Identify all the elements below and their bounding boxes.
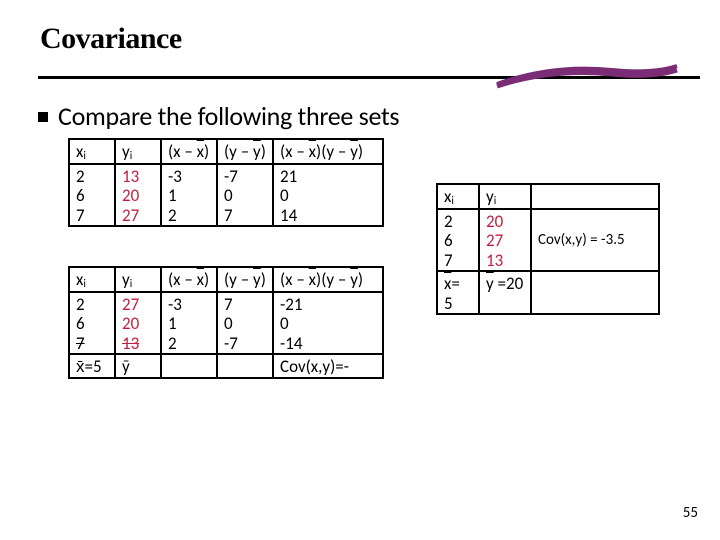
t2-data: -21 0 -14: [273, 292, 383, 355]
header-xi: xi: [69, 139, 115, 164]
t3-footer: x= 5: [437, 271, 479, 314]
t1-data: 13 20 27: [115, 164, 161, 227]
header-xdev: (x – x): [161, 139, 217, 164]
header-prod: (x – x)(y – y): [273, 139, 383, 164]
page-number: 55: [683, 504, 698, 522]
tables-container: xi yi (x – x) (y – y) (x – x)(y – y) 2 6…: [0, 138, 720, 478]
header-ydev: (y – y): [217, 267, 273, 292]
decorative-rule: [38, 62, 700, 92]
covariance-table-1: xi yi (x – x) (y – y) (x – x)(y – y) 2 6…: [68, 138, 384, 227]
t2-footer: x̄=5: [69, 354, 115, 378]
t2-data: 2 6 7: [69, 292, 115, 355]
bullet-item: Compare the following three sets: [0, 100, 720, 132]
t3-footer: y =20: [479, 271, 531, 314]
header-xi: xi: [69, 267, 115, 292]
covariance-table-2: xi yi (x – x) (y – y) (x – x)(y – y) 2 6…: [68, 266, 384, 379]
t2-footer: ȳ: [115, 354, 161, 378]
header-prod: (x – x)(y – y): [273, 267, 383, 292]
t1-data: 2 6 7: [69, 164, 115, 227]
header-yi: yi: [479, 184, 531, 209]
bullet-text: Compare the following three sets: [58, 100, 399, 132]
header-yi: yi: [115, 267, 161, 292]
t2-data: -3 1 2: [161, 292, 217, 355]
covariance-table-3: xi yi 2 6 7 20 27 13 Cov(x,y) = -3.5 x= …: [436, 183, 660, 315]
header-ydev: (y – y): [217, 139, 273, 164]
t3-data: 2 6 7: [437, 209, 479, 272]
t2-data: 7 0 -7: [217, 292, 273, 355]
t1-data: -3 1 2: [161, 164, 217, 227]
t1-data: 21 0 14: [273, 164, 383, 227]
t3-data: 20 27 13: [479, 209, 531, 272]
t2-data: 27 20 13: [115, 292, 161, 355]
t3-cov: Cov(x,y) = -3.5: [531, 209, 659, 272]
page-title: Covariance: [0, 0, 720, 62]
bullet-icon: [38, 112, 48, 122]
t2-footer: Cov(x,y)=-: [273, 354, 383, 378]
header-xi: xi: [437, 184, 479, 209]
header-xdev: (x – x): [161, 267, 217, 292]
t1-data: -7 0 7: [217, 164, 273, 227]
swoosh-icon: [492, 58, 682, 92]
header-yi: yi: [115, 139, 161, 164]
